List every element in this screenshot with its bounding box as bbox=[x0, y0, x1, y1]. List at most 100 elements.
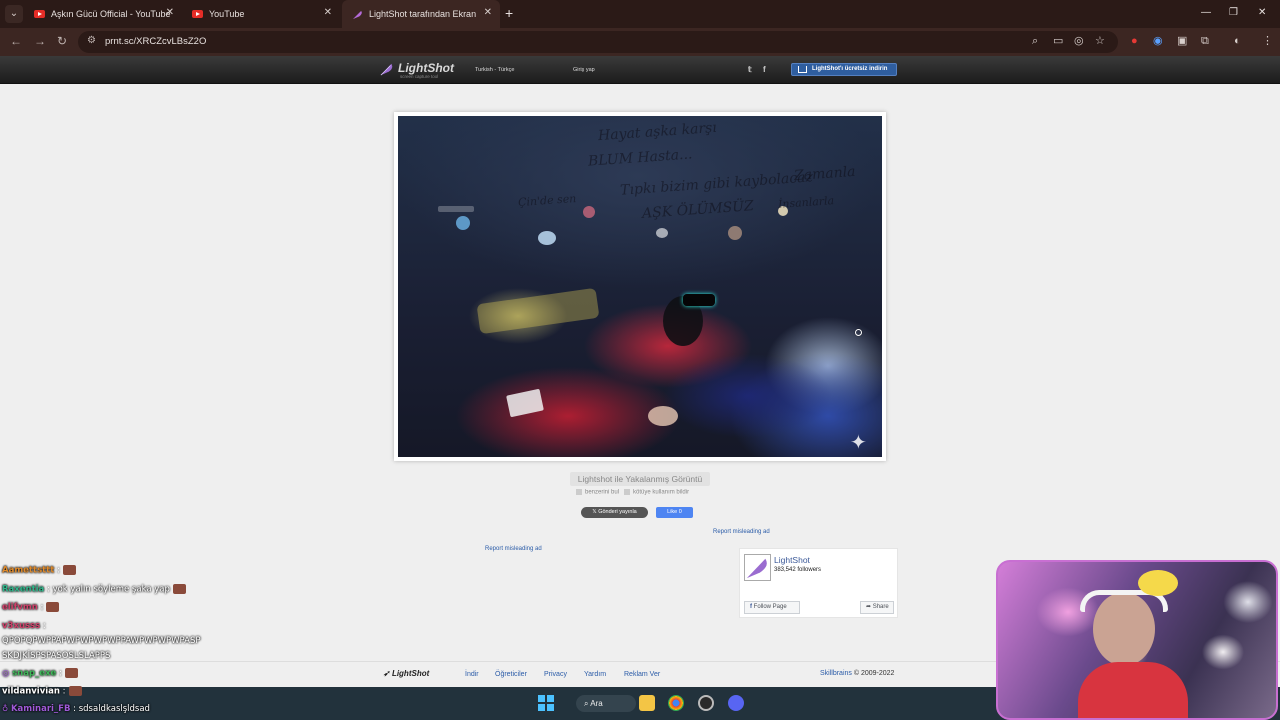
bookmark-star-icon[interactable]: ☆ bbox=[1095, 36, 1105, 47]
footer-link-privacy[interactable]: Privacy bbox=[544, 671, 567, 678]
skillbrains-link[interactable]: Skillbrains bbox=[820, 670, 852, 677]
zoom-icon[interactable]: ⌕ bbox=[1032, 36, 1038, 47]
extension-icon[interactable]: ● bbox=[1131, 36, 1138, 47]
fb-follow-button[interactable]: f Follow Page bbox=[744, 601, 800, 614]
chat-message: Aamettsttt : bbox=[2, 565, 76, 576]
close-window-icon[interactable]: ✕ bbox=[1258, 7, 1266, 18]
download-button-label: LightShot'ı ücretsiz indirin bbox=[812, 66, 888, 72]
footer-link-tutorials[interactable]: Öğreticiler bbox=[495, 671, 527, 678]
tab-search-chevron-icon[interactable]: ⌄ bbox=[5, 5, 23, 23]
minimize-icon[interactable]: — bbox=[1201, 7, 1211, 18]
chat-emote bbox=[64, 668, 78, 678]
youtube-icon bbox=[192, 10, 203, 18]
profile-avatar[interactable]: ◐ bbox=[1234, 36, 1241, 47]
restore-icon[interactable]: ❐ bbox=[1229, 7, 1238, 18]
chat-emote bbox=[46, 602, 60, 612]
taskbar-search[interactable]: ⌕ Ara bbox=[576, 695, 636, 712]
chrome-icon[interactable] bbox=[668, 695, 684, 711]
report-abuse-link[interactable]: kötüye kullanım bildir bbox=[633, 490, 689, 496]
new-tab-icon[interactable]: + bbox=[505, 6, 513, 20]
wall-writing: İnsanlarla bbox=[777, 194, 835, 211]
login-link[interactable]: Giriş yap bbox=[573, 67, 595, 73]
sunglasses bbox=[683, 294, 715, 306]
streamer-shirt bbox=[1078, 662, 1188, 718]
fb-page-name[interactable]: LightShot bbox=[774, 555, 810, 565]
close-tab-icon[interactable]: ✕ bbox=[484, 8, 492, 18]
chat-text: : bbox=[57, 565, 60, 576]
mouse-cursor bbox=[855, 329, 862, 336]
footer-link-advertise[interactable]: Reklam Ver bbox=[624, 671, 660, 678]
report-ad-link[interactable]: Report misleading ad bbox=[713, 529, 770, 535]
language-select[interactable]: Turkish - Türkçe bbox=[475, 67, 514, 73]
file-explorer-icon[interactable] bbox=[639, 695, 655, 711]
footer-logo[interactable]: ➶ LightShot bbox=[383, 669, 429, 678]
windows-start-icon[interactable] bbox=[538, 695, 554, 711]
footer-link-help[interactable]: Yardım bbox=[584, 671, 606, 678]
fb-follower-count: 383,542 followers bbox=[774, 567, 822, 573]
fb-follow-label: Follow Page bbox=[753, 604, 787, 610]
close-tab-icon[interactable]: ✕ bbox=[166, 8, 174, 18]
lightshot-header: LightShot screen capture tool Turkish - … bbox=[0, 56, 1280, 84]
facebook-icon: f bbox=[750, 604, 752, 610]
extension-icon[interactable]: ◉ bbox=[1153, 36, 1163, 47]
footer-copyright: Skillbrains © 2009-2022 bbox=[820, 670, 894, 677]
chat-text: SKDJKİSPSPASOSLSLAPPS bbox=[2, 651, 111, 661]
eye-off-icon[interactable]: ◎ bbox=[1074, 36, 1084, 47]
find-similar-icon bbox=[576, 489, 582, 495]
fb-share-button[interactable]: ➦ Share bbox=[860, 601, 894, 614]
lightshot-feather-icon bbox=[352, 9, 363, 20]
download-button[interactable]: LightShot'ı ücretsiz indirin bbox=[791, 63, 897, 76]
download-icon bbox=[798, 66, 807, 73]
report-abuse-icon bbox=[624, 489, 631, 495]
extension-icon[interactable]: ▣ bbox=[1177, 36, 1187, 47]
back-icon[interactable]: ← bbox=[10, 35, 22, 47]
menu-dots-icon[interactable]: ⋮ bbox=[1262, 36, 1273, 47]
find-similar-link[interactable]: benzerini bul bbox=[585, 490, 619, 496]
chat-message: ♁ Kaminari_FB : sdsaldkaslşldsad bbox=[2, 704, 150, 714]
chat-text: : sdsaldkaslşldsad bbox=[73, 704, 150, 714]
discord-icon[interactable] bbox=[728, 695, 744, 711]
forward-icon[interactable]: → bbox=[34, 35, 46, 47]
obs-icon[interactable] bbox=[698, 695, 714, 711]
footer-link-download[interactable]: İndir bbox=[465, 671, 479, 678]
paper-tag bbox=[506, 388, 544, 418]
chat-username: vildanvivian bbox=[2, 686, 60, 697]
chat-emote bbox=[68, 686, 82, 696]
screenshot-image[interactable]: Hayat aşka karşı BLUM Hasta... Tıpkı biz… bbox=[398, 116, 882, 457]
yellow-banner bbox=[476, 287, 600, 335]
bokeh-light bbox=[456, 216, 470, 230]
facebook-icon[interactable]: f bbox=[763, 65, 766, 74]
lightshot-logo[interactable]: LightShot screen capture tool bbox=[380, 61, 454, 79]
reload-icon[interactable]: ↻ bbox=[57, 35, 67, 47]
post-to-x-button[interactable]: 𝕏 Gönderi yayınla bbox=[581, 507, 648, 518]
site-settings-icon[interactable]: ⚙ bbox=[87, 35, 96, 46]
chat-badge-icon: ◎ bbox=[2, 668, 10, 679]
screenshot-frame: Hayat aşka karşı BLUM Hasta... Tıpkı biz… bbox=[394, 112, 886, 461]
tab-lightshot[interactable]: LightShot tarafından Ekran Görü ✕ bbox=[342, 0, 500, 28]
taskbar-search-label: Ara bbox=[590, 699, 603, 708]
facebook-like-button[interactable]: Like 0 bbox=[656, 507, 693, 518]
tab-youtube[interactable]: YouTube ✕ bbox=[182, 0, 340, 28]
url-text[interactable]: prnt.sc/XRCZcvLBsZ2O bbox=[105, 36, 206, 47]
webcam-overlay bbox=[996, 560, 1278, 720]
address-bar[interactable]: ⚙ prnt.sc/XRCZcvLBsZ2O ⌕ ▭ ◎ ☆ bbox=[78, 31, 1118, 53]
fb-share-label: Share bbox=[872, 604, 889, 610]
image-caption: Lightshot ile Yakalanmış Görüntü bbox=[570, 472, 710, 486]
chat-username: elifvmn bbox=[2, 602, 38, 613]
wall-writing: Hayat aşka karşı bbox=[597, 119, 718, 145]
lightshot-page-avatar[interactable] bbox=[744, 554, 771, 581]
chat-username: Raxentia bbox=[2, 584, 45, 595]
chat-text: : yok yalın söyleme şaka yap bbox=[47, 584, 170, 595]
cast-icon[interactable]: ▭ bbox=[1053, 36, 1063, 47]
wall-writing: Zamanla bbox=[793, 163, 857, 185]
close-tab-icon[interactable]: ✕ bbox=[324, 8, 332, 18]
chat-message: v3xusss : bbox=[2, 621, 46, 631]
report-ad-link[interactable]: Report misleading ad bbox=[485, 546, 542, 552]
chat-message: SKDJKİSPSPASOSLSLAPPS bbox=[2, 651, 110, 661]
browser-tab-strip: ⌄ Aşkın Gücü Official - YouTube ✕ YouTub… bbox=[0, 0, 1280, 28]
tab-askin-gucu[interactable]: Aşkın Gücü Official - YouTube ✕ bbox=[24, 0, 182, 28]
chat-username: v3xusss bbox=[2, 621, 41, 631]
twitter-icon[interactable]: 𝕥 bbox=[748, 65, 752, 74]
extensions-puzzle-icon[interactable]: ⧉ bbox=[1201, 36, 1209, 47]
chat-message: ◎ snap_exe : bbox=[2, 668, 78, 679]
